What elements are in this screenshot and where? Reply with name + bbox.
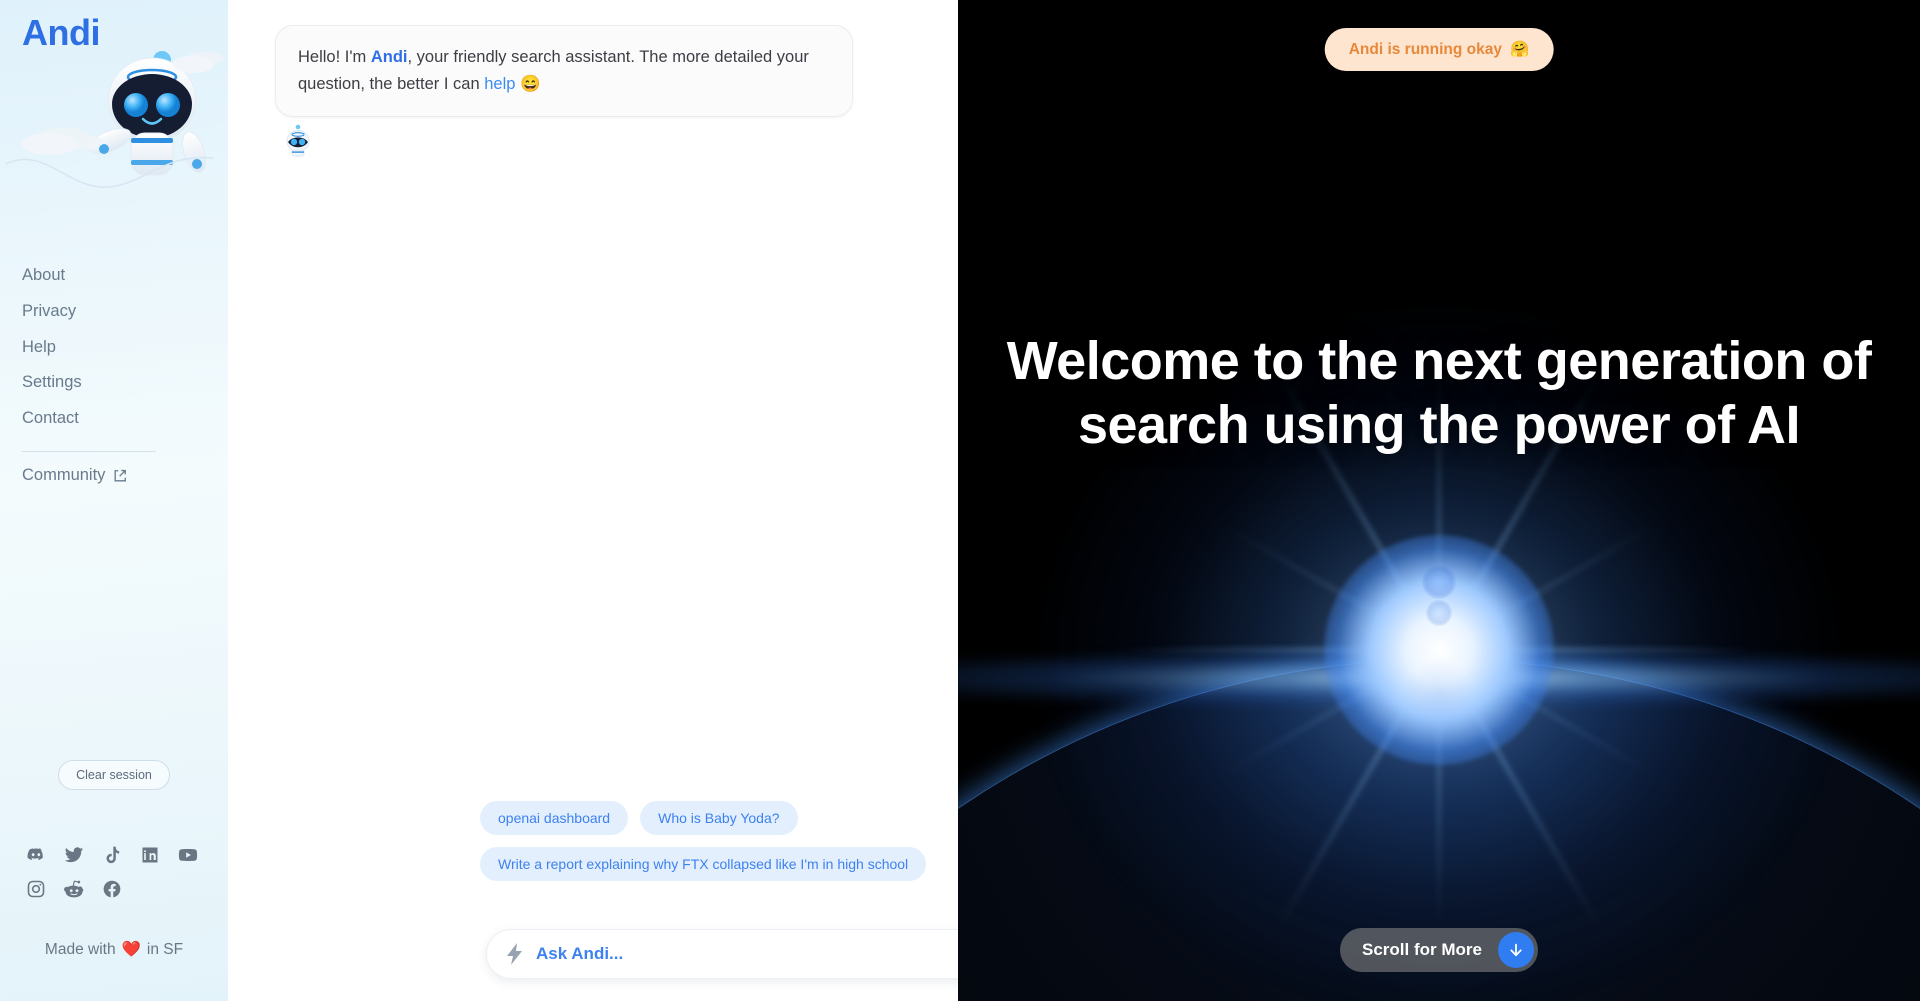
suggestion-chips: openai dashboard Who is Baby Yoda? Write… bbox=[480, 801, 950, 881]
sidebar-item-about[interactable]: About bbox=[22, 258, 206, 294]
andi-app-window: Andi bbox=[0, 0, 1920, 1001]
tiktok-icon[interactable] bbox=[102, 845, 122, 865]
andi-logo[interactable]: Andi bbox=[22, 12, 100, 54]
swoosh-decoration bbox=[0, 140, 228, 210]
cloud-decoration bbox=[172, 56, 214, 73]
assistant-message-bubble: Hello! I'm Andi, your friendly search as… bbox=[275, 25, 853, 117]
sidebar-item-help[interactable]: Help bbox=[22, 330, 206, 366]
reddit-icon[interactable] bbox=[64, 879, 84, 899]
made-with-suffix: in SF bbox=[147, 941, 183, 959]
heart-icon: ❤️ bbox=[122, 940, 141, 959]
suggestion-chip-openai-dashboard[interactable]: openai dashboard bbox=[480, 801, 628, 835]
sidebar-item-community[interactable]: Community bbox=[22, 458, 206, 494]
message-text-part1: Hello! I'm bbox=[298, 48, 371, 66]
discord-icon[interactable] bbox=[26, 845, 46, 865]
arrow-down-icon bbox=[1507, 941, 1525, 959]
suggestion-chip-baby-yoda[interactable]: Who is Baby Yoda? bbox=[640, 801, 797, 835]
sidebar-item-contact[interactable]: Contact bbox=[22, 401, 206, 437]
message-brand-name: Andi bbox=[371, 48, 408, 66]
andi-robot-avatar-icon bbox=[283, 123, 313, 157]
sidebar: Andi bbox=[0, 0, 228, 1001]
smile-emoji: 😄 bbox=[520, 75, 541, 93]
lens-flare-orb bbox=[1422, 565, 1456, 599]
clear-session-button[interactable]: Clear session bbox=[58, 760, 170, 790]
made-with-prefix: Made with bbox=[45, 941, 116, 959]
made-with-footer: Made with ❤️ in SF bbox=[0, 940, 228, 959]
lens-flare-orb bbox=[1426, 600, 1452, 626]
youtube-icon[interactable] bbox=[178, 845, 198, 865]
sidebar-item-settings[interactable]: Settings bbox=[22, 365, 206, 401]
lightning-bolt-icon bbox=[507, 943, 524, 965]
status-badge-text: Andi is running okay bbox=[1349, 41, 1502, 59]
hero-title: Welcome to the next generation of search… bbox=[958, 330, 1920, 457]
social-links bbox=[26, 845, 202, 899]
scroll-down-circle[interactable] bbox=[1498, 932, 1534, 968]
sidebar-nav: About Privacy Help Settings Contact Comm… bbox=[22, 258, 206, 494]
external-link-icon bbox=[113, 469, 127, 483]
chat-panel: Hello! I'm Andi, your friendly search as… bbox=[228, 0, 958, 1001]
help-link[interactable]: help bbox=[484, 75, 515, 93]
sidebar-divider bbox=[22, 451, 156, 452]
instagram-icon[interactable] bbox=[26, 879, 46, 899]
sidebar-item-privacy[interactable]: Privacy bbox=[22, 294, 206, 330]
suggestion-chip-ftx-report[interactable]: Write a report explaining why FTX collap… bbox=[480, 847, 926, 881]
hero-panel: Andi is running okay 🤗 Welcome to the ne… bbox=[958, 0, 1920, 1001]
twitter-icon[interactable] bbox=[64, 845, 84, 865]
facebook-icon[interactable] bbox=[102, 879, 122, 899]
status-badge[interactable]: Andi is running okay 🤗 bbox=[1325, 28, 1554, 71]
scroll-for-more-button[interactable]: Scroll for More bbox=[1340, 928, 1538, 972]
linkedin-icon[interactable] bbox=[140, 845, 160, 865]
lens-flare-orb bbox=[1404, 660, 1474, 730]
assistant-message-row: Hello! I'm Andi, your friendly search as… bbox=[275, 25, 905, 117]
sidebar-item-label: Community bbox=[22, 466, 105, 486]
scroll-for-more-label: Scroll for More bbox=[1362, 940, 1482, 960]
clear-session-container: Clear session bbox=[0, 760, 228, 790]
hugging-face-emoji: 🤗 bbox=[1510, 40, 1529, 59]
